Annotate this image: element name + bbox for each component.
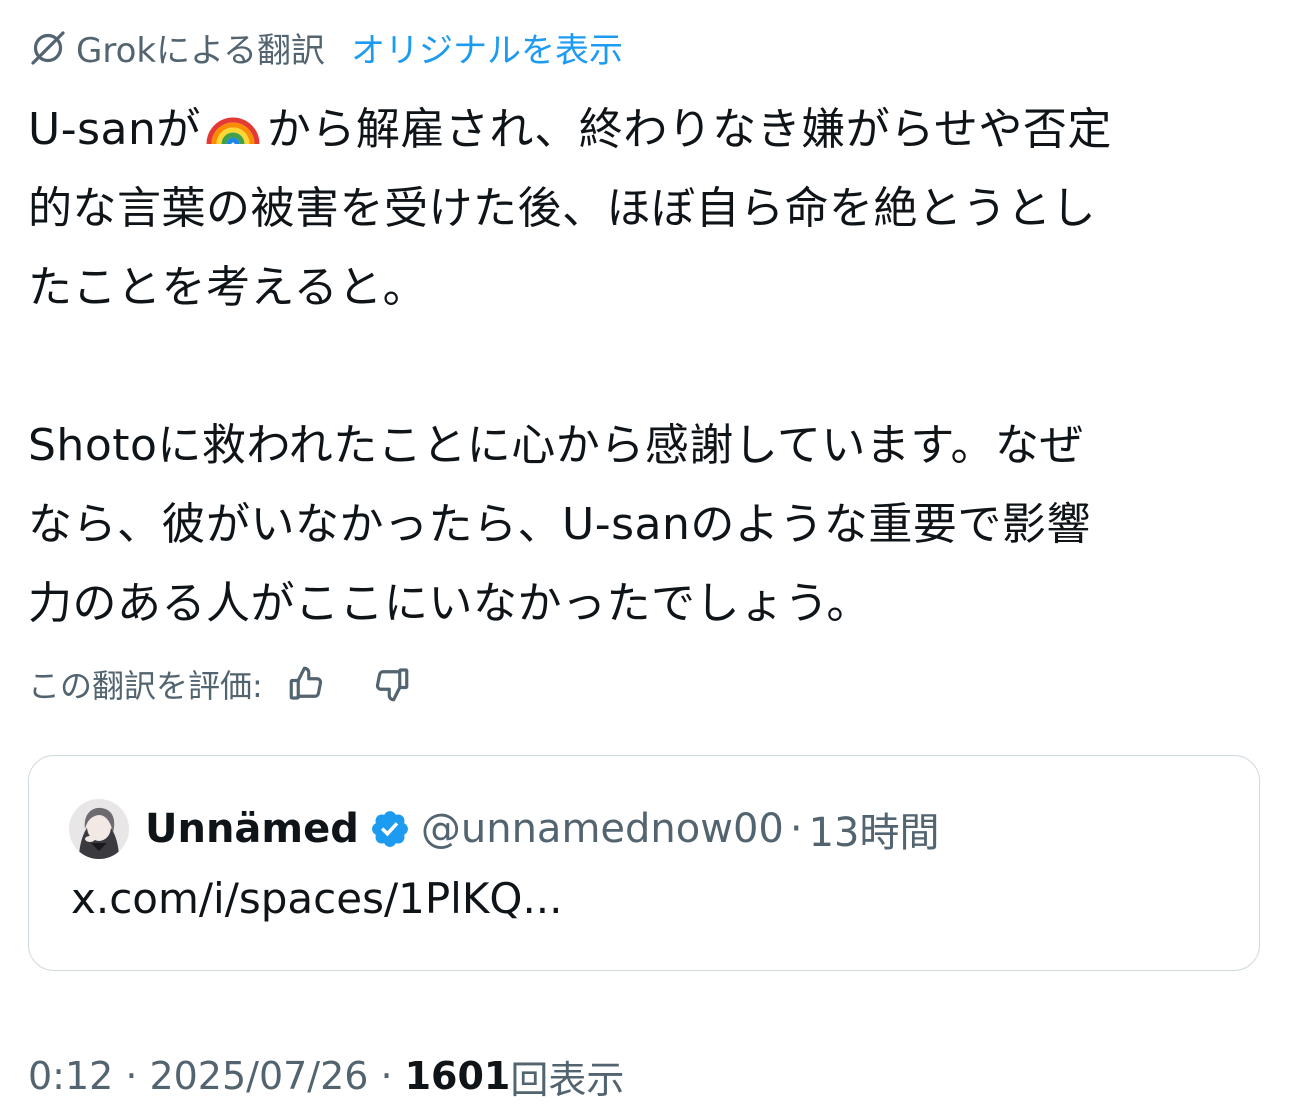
thumbs-up-button[interactable] [283,660,331,708]
quoted-tweet-card[interactable]: Unnämed @unnamednow00 · 13時間 x.com/i/spa… [28,755,1260,971]
tweet-line: Shotoに救われたことに心から感謝しています。なぜ [28,420,1084,471]
rate-translation-label: この翻訳を評価: [28,667,263,705]
tweet-text-segment: U-sanが [28,104,201,155]
views-label: 回表示 [510,1057,625,1102]
thumbs-down-button[interactable] [367,660,415,708]
grok-icon [28,27,68,67]
views-count: 1601 [404,1054,511,1098]
thumbs-down-icon [375,668,409,702]
avatar[interactable] [69,799,129,859]
show-original-link[interactable]: オリジナルを表示 [351,23,623,72]
translation-header: Grokによる翻訳 オリジナルを表示 [28,22,623,72]
tweet-line: U-sanが から解雇され、終わりなき嫌がらせや否定 [28,90,1264,169]
separator-dot: · [125,1054,138,1098]
thumbs-up-icon [289,666,322,700]
tweet-line: なら、彼がいなかったら、U-sanのような重要で影響 [28,499,1091,550]
tweet-line: 的な言葉の被害を受けた後、ほぼ自ら命を絶とうとし [28,183,1096,234]
quoted-display-name[interactable]: Unnämed [145,806,359,852]
tweet-text-segment: から解雇され、終わりなき嫌がらせや否定 [266,104,1112,155]
rate-translation-row: この翻訳を評価: [28,656,415,712]
post-time[interactable]: 0:12 [28,1054,113,1098]
quoted-timestamp[interactable]: 13時間 [809,800,940,858]
separator-dot: · [789,806,803,852]
tweet-line: 力のある人がここにいなかったでしょう。 [28,578,871,629]
separator-dot: · [380,1054,393,1098]
verified-badge-icon [369,808,411,850]
quoted-handle[interactable]: @unnamednow00 [421,806,784,852]
tweet-text: U-sanが から解雇され、終わりなき嫌がらせや否定 的な言葉の被害を受けた後、… [28,90,1264,643]
grok-translation-label: Grokによる翻訳 [76,30,326,71]
quoted-tweet-text: x.com/i/spaces/1PlKQ... [71,874,563,923]
tweet-line: たことを考えると。 [28,262,428,313]
post-date[interactable]: 2025/07/26 [149,1054,368,1098]
rainbow-icon [205,96,261,152]
tweet-meta: 0:12 · 2025/07/26 · 1601 回表示 [28,1048,624,1104]
quoted-tweet-header: Unnämed @unnamednow00 · 13時間 [69,798,939,860]
